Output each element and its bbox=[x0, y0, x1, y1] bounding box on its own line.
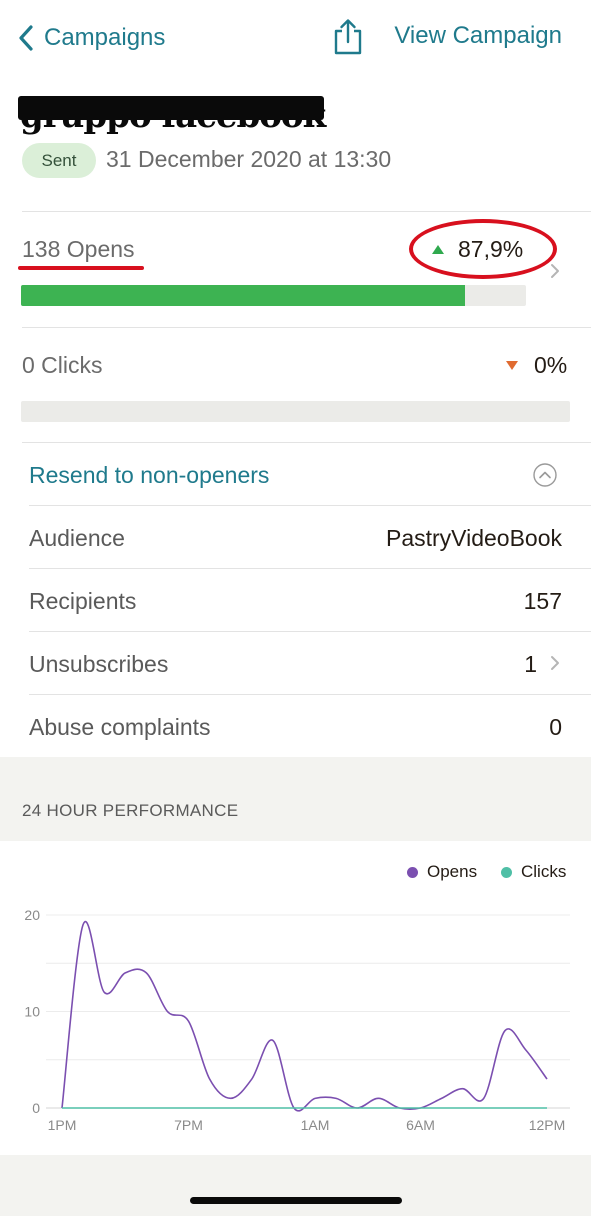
recipients-value: 157 bbox=[523, 588, 562, 614]
divider bbox=[29, 505, 591, 506]
divider bbox=[29, 568, 591, 569]
chevron-left-icon bbox=[19, 25, 33, 51]
unsubscribes-label: Unsubscribes bbox=[29, 651, 169, 677]
divider bbox=[29, 631, 591, 632]
chevron-right-icon bbox=[551, 264, 559, 278]
x-tick-label: 7PM bbox=[174, 1117, 203, 1133]
footer-background bbox=[0, 1155, 591, 1216]
audience-label: Audience bbox=[29, 525, 125, 551]
home-indicator bbox=[190, 1197, 402, 1204]
audience-value: PastryVideoBook bbox=[385, 525, 562, 551]
share-button[interactable] bbox=[332, 18, 364, 61]
annotation-circle bbox=[409, 219, 557, 279]
redaction-bar bbox=[18, 96, 324, 120]
view-campaign-button[interactable]: View Campaign bbox=[394, 22, 562, 50]
divider bbox=[22, 327, 591, 328]
opens-progress-bar bbox=[21, 285, 526, 306]
abuse-complaints-label: Abuse complaints bbox=[29, 714, 211, 740]
opens-label: 138 Opens bbox=[22, 236, 135, 262]
clicks-percent-value: 0% bbox=[534, 352, 568, 378]
legend-dot-clicks bbox=[501, 866, 512, 878]
abuse-complaints-value: 0 bbox=[549, 714, 562, 740]
x-tick-label: 12PM bbox=[529, 1117, 566, 1133]
trend-down-icon bbox=[506, 361, 518, 370]
divider bbox=[22, 442, 591, 443]
legend-item-opens: Opens bbox=[407, 862, 477, 882]
divider bbox=[22, 211, 591, 212]
legend-dot-opens bbox=[407, 866, 418, 878]
annotation-underline bbox=[18, 266, 144, 270]
clicks-label: 0 Clicks bbox=[22, 352, 103, 378]
legend-label-clicks: Clicks bbox=[521, 862, 567, 881]
y-tick-label: 10 bbox=[24, 1004, 40, 1020]
y-tick-label: 0 bbox=[32, 1100, 40, 1116]
series-line-opens bbox=[61, 920, 548, 1112]
navigation-bar: Campaigns View Campaign bbox=[0, 0, 591, 80]
clicks-progress-bar bbox=[21, 401, 570, 422]
section-title-24-hour-performance: 24 HOUR PERFORMANCE bbox=[22, 801, 239, 820]
chevron-up-circle-icon[interactable] bbox=[533, 463, 557, 487]
y-tick-label: 20 bbox=[24, 907, 40, 923]
chevron-right-icon bbox=[551, 656, 559, 670]
back-button[interactable]: Campaigns bbox=[18, 20, 165, 56]
share-icon bbox=[334, 19, 362, 55]
unsubscribes-value: 1 bbox=[524, 651, 537, 677]
x-tick-label: 1PM bbox=[48, 1117, 77, 1133]
performance-line-chart: 0 10 20 1PM 7PM 1AM 6AM 12PM bbox=[24, 907, 570, 1133]
campaign-title-redacted: gruppo facebook bbox=[18, 94, 326, 136]
status-badge: Sent bbox=[22, 143, 96, 178]
recipients-label: Recipients bbox=[29, 588, 137, 614]
divider bbox=[29, 694, 591, 695]
sent-date: 31 December 2020 at 13:30 bbox=[106, 146, 392, 172]
x-tick-label: 1AM bbox=[301, 1117, 330, 1133]
back-button-label: Campaigns bbox=[44, 24, 166, 51]
legend-item-clicks: Clicks bbox=[501, 862, 566, 882]
section-header-background bbox=[0, 757, 591, 841]
x-tick-label: 6AM bbox=[406, 1117, 435, 1133]
opens-progress-fill bbox=[21, 285, 465, 306]
resend-to-non-openers-link[interactable]: Resend to non-openers bbox=[29, 462, 269, 489]
clicks-percent: 0% bbox=[506, 352, 567, 379]
legend-label-opens: Opens bbox=[427, 862, 478, 881]
